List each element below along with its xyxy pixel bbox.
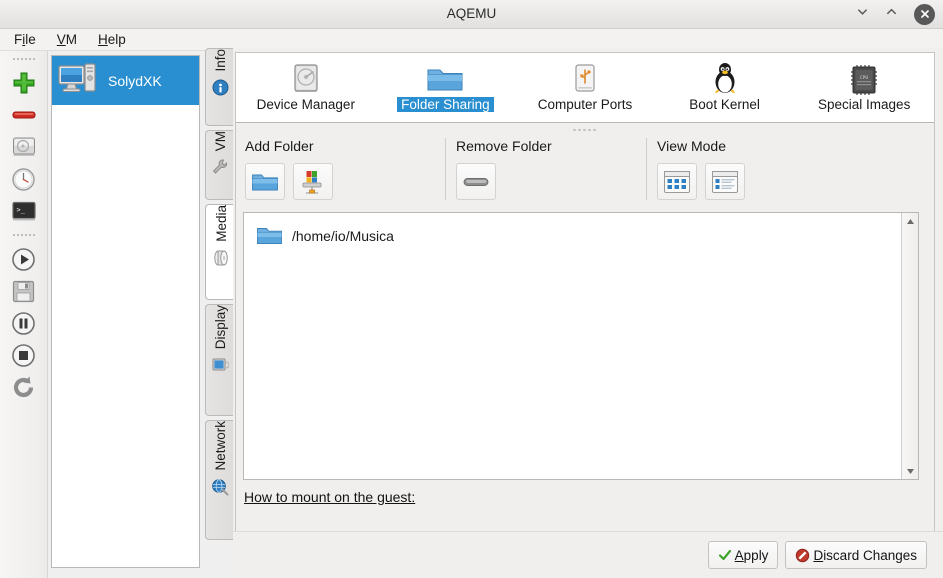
- side-tab-info[interactable]: Info: [205, 48, 234, 126]
- hard-disk-icon: [289, 57, 323, 95]
- add-local-folder-button[interactable]: [245, 163, 285, 200]
- icon-view-button[interactable]: [657, 163, 697, 200]
- scroll-down-arrow-icon[interactable]: [902, 463, 918, 479]
- group-view-mode: View Mode: [647, 136, 857, 208]
- network-globe-icon: [211, 478, 229, 496]
- green-check-icon: [718, 548, 732, 562]
- stop-vm-button[interactable]: [7, 339, 41, 371]
- terminal-button[interactable]: >_: [7, 195, 41, 227]
- side-tab-network[interactable]: Network: [205, 420, 234, 540]
- close-icon[interactable]: [914, 3, 935, 25]
- side-tab-network-label: Network: [212, 421, 228, 471]
- monitor-icon: [211, 356, 229, 374]
- title-bar: AQEMU: [0, 0, 943, 29]
- group-remove-folder: Remove Folder: [446, 136, 646, 208]
- discard-changes-button[interactable]: Discard Changes: [785, 541, 927, 569]
- side-tab-media-label: Media: [213, 205, 229, 242]
- save-vm-button[interactable]: [7, 275, 41, 307]
- apply-button[interactable]: Apply: [707, 541, 779, 569]
- toolbar-item-special-images-label: Special Images: [818, 97, 911, 112]
- media-disc-icon: [212, 249, 230, 267]
- group-remove-folder-title: Remove Folder: [456, 138, 552, 154]
- dialog-button-row: Apply Discard Changes: [235, 538, 935, 572]
- scroll-up-arrow-icon[interactable]: [902, 213, 918, 229]
- side-tab-info-label: Info: [212, 49, 228, 72]
- window-title: AQEMU: [446, 6, 497, 21]
- side-tab-media[interactable]: Media: [205, 204, 236, 300]
- svg-text:CPU: CPU: [860, 75, 868, 81]
- maximize-icon[interactable]: [885, 5, 903, 23]
- folder-icon: [425, 57, 465, 95]
- start-vm-button[interactable]: [7, 243, 41, 275]
- toolbar-grip-middle[interactable]: [11, 231, 37, 240]
- side-tab-display-label: Display: [212, 305, 228, 350]
- splitter-handle[interactable]: [235, 126, 935, 133]
- remove-folder-button[interactable]: [456, 163, 496, 200]
- shared-folders-list-body: /home/io/Musica: [244, 213, 901, 479]
- restart-vm-button[interactable]: [7, 371, 41, 403]
- chip-icon: CPU: [848, 57, 880, 95]
- toolbar-item-boot-kernel-label: Boot Kernel: [689, 97, 760, 112]
- group-add-folder: Add Folder: [235, 136, 445, 208]
- side-tab-strip: Info VM Media Display Network: [205, 48, 236, 568]
- media-section-toolbar: Device Manager Folder Sharing Computer P…: [235, 52, 935, 123]
- red-forbidden-icon: [795, 548, 810, 563]
- how-to-mount-link[interactable]: How to mount on the guest:: [244, 489, 415, 505]
- group-view-mode-title: View Mode: [657, 138, 727, 154]
- remove-vm-button[interactable]: [7, 99, 41, 131]
- aqemu-window: AQEMU File VM Help >_ SolydXK Info VM Me…: [0, 0, 943, 578]
- toolbar-item-device-manager[interactable]: Device Manager: [245, 57, 367, 112]
- toolbar-item-folder-sharing-label: Folder Sharing: [397, 97, 494, 112]
- vm-list-item-label: SolydXK: [108, 72, 162, 89]
- vm-list[interactable]: SolydXK: [51, 55, 200, 568]
- toolbar-grip-top[interactable]: [11, 55, 37, 64]
- toolbar-item-computer-ports-label: Computer Ports: [537, 97, 633, 112]
- list-view-button[interactable]: [705, 163, 745, 200]
- vm-list-item[interactable]: SolydXK: [52, 56, 199, 105]
- apply-button-label: Apply: [734, 547, 769, 563]
- svg-text:>_: >_: [16, 206, 25, 214]
- menu-help[interactable]: Help: [96, 30, 136, 49]
- tux-penguin-icon: [710, 57, 740, 95]
- add-network-share-button[interactable]: [293, 163, 333, 200]
- discard-changes-button-label: Discard Changes: [813, 547, 917, 563]
- computer-icon: [57, 61, 101, 101]
- folder-actions-bar: Add Folder Remove Folder View Mode: [235, 136, 935, 208]
- usb-drive-icon: [570, 57, 600, 95]
- toolbar-item-device-manager-label: Device Manager: [256, 97, 355, 112]
- menu-vm[interactable]: VM: [55, 30, 87, 49]
- toolbar-item-special-images[interactable]: CPU Special Images: [803, 57, 925, 112]
- toolbar-item-folder-sharing[interactable]: Folder Sharing: [384, 57, 506, 112]
- pause-vm-button[interactable]: [7, 307, 41, 339]
- window-controls: [856, 0, 935, 28]
- side-tab-vm[interactable]: VM: [205, 130, 234, 200]
- minimize-icon[interactable]: [856, 5, 874, 23]
- bottom-separator: [233, 531, 943, 532]
- vertical-scrollbar[interactable]: [901, 213, 918, 479]
- clock-button[interactable]: [7, 163, 41, 195]
- folder-icon: [256, 225, 283, 247]
- info-icon: [211, 79, 229, 97]
- side-tab-display[interactable]: Display: [205, 304, 234, 416]
- group-add-folder-title: Add Folder: [245, 138, 314, 154]
- side-tab-vm-label: VM: [212, 131, 228, 152]
- tools-icon: [211, 158, 229, 176]
- shared-folders-list[interactable]: /home/io/Musica: [243, 212, 919, 480]
- left-toolbar: >_: [0, 51, 48, 578]
- add-vm-button[interactable]: [7, 67, 41, 99]
- list-item[interactable]: /home/io/Musica: [250, 221, 901, 251]
- list-item-label: /home/io/Musica: [292, 228, 394, 244]
- media-tab-content: Device Manager Folder Sharing Computer P…: [233, 48, 943, 578]
- toolbar-item-computer-ports[interactable]: Computer Ports: [524, 57, 646, 112]
- menu-file[interactable]: File: [12, 30, 46, 49]
- toolbar-item-boot-kernel[interactable]: Boot Kernel: [664, 57, 786, 112]
- hard-disk-button[interactable]: [7, 131, 41, 163]
